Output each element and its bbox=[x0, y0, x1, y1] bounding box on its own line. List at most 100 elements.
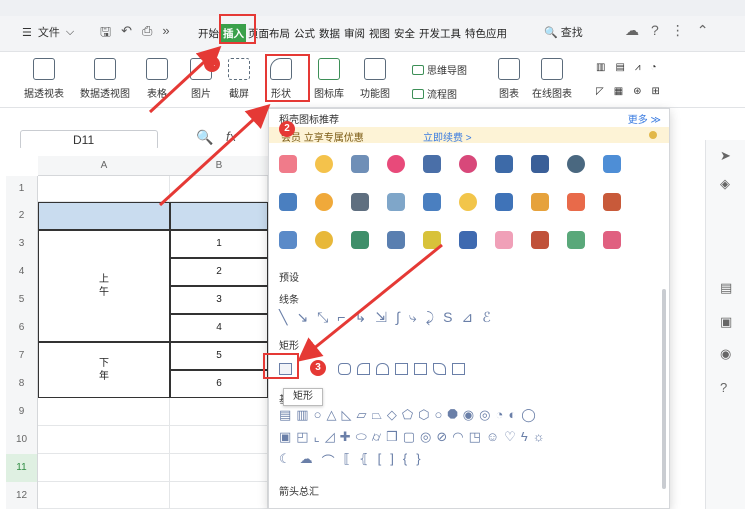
heart-shape-icon[interactable]: ♡ bbox=[504, 429, 516, 445]
diamond-icon[interactable]: ◇ bbox=[387, 407, 397, 423]
drink-icon[interactable] bbox=[279, 231, 297, 249]
tab-security[interactable]: 安全 bbox=[392, 24, 417, 43]
right-triangle-icon[interactable]: ◺ bbox=[341, 407, 351, 423]
cake-icon[interactable] bbox=[423, 231, 441, 249]
number-cell[interactable]: 2 bbox=[170, 258, 268, 286]
elbow-arrow-icon[interactable]: ↳ bbox=[355, 309, 367, 326]
grid-cell[interactable] bbox=[170, 176, 268, 202]
more-icon[interactable]: » bbox=[162, 23, 169, 45]
row-header[interactable]: 1 bbox=[6, 176, 38, 202]
icon-library-button[interactable]: 图标库 bbox=[314, 58, 344, 100]
help-icon[interactable]: ? bbox=[651, 22, 659, 39]
pin-icon[interactable] bbox=[567, 155, 585, 173]
print-icon[interactable]: ⎙ bbox=[142, 23, 152, 45]
curve-arrow-icon[interactable]: ⤷ bbox=[409, 309, 417, 326]
elbow-double-arrow-icon[interactable]: ⇲ bbox=[375, 309, 387, 326]
diagonal-round-rectangle-shape[interactable] bbox=[433, 363, 446, 375]
file-menu-label[interactable]: 文件 bbox=[38, 24, 60, 40]
heart-icon[interactable] bbox=[387, 155, 405, 173]
tab-developer[interactable]: 开发工具 bbox=[417, 24, 463, 43]
fx-label[interactable]: fx bbox=[226, 129, 236, 144]
network-icon[interactable] bbox=[351, 193, 369, 211]
cloud-icon[interactable]: ☁ bbox=[625, 22, 639, 39]
pivot-chart-button[interactable]: 数据透视图 bbox=[80, 58, 130, 100]
octagon-icon[interactable]: ⯃ bbox=[447, 407, 457, 423]
grid-cell[interactable] bbox=[170, 454, 268, 482]
elbow-connector-icon[interactable]: ⌐ bbox=[337, 309, 345, 326]
header-cell[interactable] bbox=[38, 202, 170, 230]
function-chart-button[interactable]: 功能图 bbox=[360, 58, 390, 100]
tab-review[interactable]: 审阅 bbox=[342, 24, 367, 43]
row-header[interactable]: 12 bbox=[6, 482, 38, 509]
building-icon[interactable] bbox=[531, 231, 549, 249]
arrow-line-icon[interactable]: ↘ bbox=[296, 309, 308, 326]
combo-chart-icon[interactable]: ⊞ bbox=[652, 86, 660, 97]
dropdown-scrollbar[interactable] bbox=[662, 289, 666, 489]
bubbles-icon[interactable] bbox=[603, 231, 621, 249]
row-header[interactable]: 5 bbox=[6, 286, 38, 314]
flowchart-button[interactable]: 流程图 bbox=[412, 86, 457, 101]
city-icon[interactable] bbox=[459, 231, 477, 249]
pentagon-icon[interactable]: ⬠ bbox=[402, 407, 413, 423]
trapezoid-icon[interactable]: ⏢ bbox=[371, 407, 381, 423]
laptop-icon[interactable] bbox=[351, 155, 369, 173]
pie-chart-icon[interactable]: ◔ bbox=[651, 62, 657, 73]
pie-icon[interactable]: ◔ bbox=[495, 407, 503, 423]
table-button[interactable]: 表格 bbox=[146, 58, 168, 100]
can-icon[interactable]: ⌭ bbox=[372, 429, 381, 445]
number-cell[interactable]: 1 bbox=[170, 230, 268, 258]
smiley-icon[interactable]: ☺ bbox=[486, 429, 499, 445]
right-brace-icon[interactable]: } bbox=[416, 451, 420, 470]
decagon-icon[interactable]: ◉ bbox=[463, 407, 474, 423]
radar-chart-icon[interactable]: ⊛ bbox=[633, 86, 641, 97]
search-box[interactable]: 🔍 查找 bbox=[544, 24, 583, 40]
moon-icon[interactable]: ☾ bbox=[279, 451, 291, 470]
tab-view[interactable]: 视图 bbox=[367, 24, 392, 43]
medal-icon[interactable] bbox=[459, 155, 477, 173]
dodecagon-icon[interactable]: ◎ bbox=[479, 407, 490, 423]
cube-icon[interactable]: ❒ bbox=[386, 429, 398, 445]
grid-cell[interactable] bbox=[38, 176, 170, 202]
grid-cell[interactable] bbox=[170, 482, 268, 509]
book-stack-icon[interactable] bbox=[423, 193, 441, 211]
double-bracket-icon[interactable]: ⟦ bbox=[344, 451, 350, 470]
parallelogram-icon[interactable]: ▱ bbox=[356, 407, 366, 423]
number-cell[interactable]: 3 bbox=[170, 286, 268, 314]
plain-rectangle-shape[interactable] bbox=[395, 363, 408, 375]
hamburger-icon[interactable]: ☰ bbox=[22, 26, 32, 39]
ellipse-icon[interactable]: ○ bbox=[314, 407, 322, 423]
sparkle-icon[interactable] bbox=[495, 231, 513, 249]
help-panel-icon[interactable]: ? bbox=[720, 380, 727, 395]
grid-cell[interactable] bbox=[170, 398, 268, 426]
bulb-icon[interactable] bbox=[315, 155, 333, 173]
bee-icon[interactable] bbox=[315, 193, 333, 211]
block-arc-icon[interactable]: ◠ bbox=[452, 429, 463, 445]
turtle-icon[interactable] bbox=[351, 231, 369, 249]
col-header-a[interactable]: A bbox=[38, 156, 170, 176]
teardrop-icon[interactable]: ◯ bbox=[521, 407, 536, 423]
lion-icon[interactable] bbox=[315, 231, 333, 249]
face-icon[interactable] bbox=[459, 193, 477, 211]
curve-connector-icon[interactable]: ∫ bbox=[396, 309, 400, 326]
number-cell[interactable]: 5 bbox=[170, 342, 268, 370]
row-header[interactable]: 3 bbox=[6, 230, 38, 258]
row-header[interactable]: 8 bbox=[6, 370, 38, 398]
shape-panel-icon[interactable]: ◈ bbox=[720, 176, 730, 192]
area-chart-icon[interactable]: ◸ bbox=[596, 86, 604, 97]
row-header[interactable]: 7 bbox=[6, 342, 38, 370]
hexagon-icon[interactable]: ⬡ bbox=[418, 407, 429, 423]
zoom-icon[interactable]: 🔍 bbox=[196, 129, 213, 146]
text-box-icon[interactable]: ▤ bbox=[279, 407, 291, 423]
merged-cell-morning[interactable]: 上 午 bbox=[38, 230, 170, 342]
tab-data[interactable]: 数据 bbox=[317, 24, 342, 43]
name-box[interactable]: D11 bbox=[20, 130, 158, 150]
file-menu[interactable]: ☰ 文件 ⌵ bbox=[22, 24, 74, 40]
diagonal-stripe-icon[interactable]: ◿ bbox=[325, 429, 335, 445]
record-icon[interactable]: ◉ bbox=[720, 346, 731, 362]
heptagon-icon[interactable]: ○ bbox=[435, 407, 443, 423]
no-symbol-icon[interactable]: ⊘ bbox=[436, 429, 447, 445]
half-frame-icon[interactable]: ◰ bbox=[296, 429, 308, 445]
grid-cell[interactable] bbox=[170, 426, 268, 454]
round-top-rectangle-shape[interactable] bbox=[376, 363, 389, 375]
screenshot-button[interactable]: 截屏 bbox=[228, 58, 250, 100]
